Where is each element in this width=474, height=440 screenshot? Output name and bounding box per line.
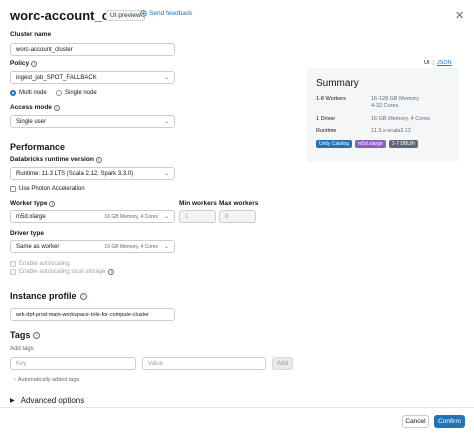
close-icon[interactable]: ✕ [455,9,464,22]
auto-tags-toggle[interactable]: › Automatically added tags [14,377,79,383]
json-view-tab[interactable]: JSON [437,60,452,66]
worker-type-meta: 16 GB Memory, 4 Cores [104,213,158,220]
info-icon: i [31,60,38,67]
footer-divider [0,407,474,408]
summary-runtime-key: Runtime [316,128,337,134]
view-toggle: UI | JSON [424,60,452,66]
summary-title: Summary [316,78,359,89]
chevron-down-icon: ⌄ [163,119,169,125]
min-workers-label: Min workers [179,200,217,207]
info-icon: i [33,331,41,339]
unity-catalog-tag: Unity Catalog [316,140,353,148]
info-icon: i [49,200,56,207]
cluster-name-label: Cluster name [10,31,52,38]
max-workers-label: Max workers [219,200,259,207]
info-icon: i [108,269,115,275]
policy-label: Policy i [10,60,38,67]
chevron-down-icon: ⌄ [163,244,169,250]
instance-type-tag: m5d.xlarge [355,140,386,148]
checkbox-icon [10,186,16,192]
summary-tags: Unity Catalog m5d.xlarge 1-7 DBU/h [316,140,419,148]
summary-workers-cores: 4-32 Cores [371,103,399,109]
max-workers-input[interactable]: 8 [219,210,256,223]
add-tag-button[interactable]: Add [272,357,293,370]
photon-checkbox[interactable]: Use Photon Acceleration [10,186,85,192]
chevron-down-icon: ⌄ [163,214,169,220]
single-node-radio[interactable]: Single node [56,90,97,96]
add-tags-label: Add tags [10,346,34,352]
checkbox-icon [10,269,16,275]
driver-type-label: Driver type [10,230,44,237]
worker-type-label: Worker type i [10,200,56,207]
chevron-down-icon: ⌄ [163,75,169,81]
summary-workers-memory: 16-128 GB Memory [371,96,419,102]
send-feedback-link[interactable]: Send feedback [140,10,192,17]
info-icon: i [53,104,60,111]
summary-driver-value: 16 GB Memory, 4 Cores [371,116,430,122]
radio-icon [56,90,62,96]
ui-preview-badge: UI preview [106,10,145,21]
summary-runtime-value: 11.3.x-scala2.12 [371,128,411,134]
performance-heading: Performance [10,142,66,152]
feedback-icon [140,10,147,17]
autoscaling-checkbox[interactable]: Enable autoscaling [10,261,70,267]
instance-profile-heading: Instance profile i [10,291,87,301]
caret-right-icon: ▶ [10,398,15,404]
tags-heading: Tags i [10,330,41,340]
summary-driver-key: 1 Driver [316,116,336,122]
policy-select[interactable]: ingest_job_SPOT_FALLBACK ⌄ [10,71,175,84]
cancel-button[interactable]: Cancel [402,415,429,428]
view-separator: | [432,60,434,66]
instance-profile-input[interactable]: wrk-dpf-prod-main-workspace-role-for-com… [10,308,175,321]
multi-node-radio[interactable]: Multi node [10,90,47,96]
info-icon: i [79,292,87,300]
summary-workers-key: 1-8 Workers [316,96,346,102]
access-mode-select[interactable]: Single user ⌄ [10,115,175,128]
driver-type-select[interactable]: Same as worker 16 GB Memory, 4 Cores ⌄ [10,240,175,253]
driver-type-meta: 16 GB Memory, 4 Cores [104,243,158,250]
send-feedback-label: Send feedback [149,10,193,17]
chevron-down-icon: ⌄ [163,171,169,177]
checkbox-icon [10,261,16,267]
min-workers-input[interactable]: 1 [179,210,216,223]
advanced-options-toggle[interactable]: ▶ Advanced options [10,396,84,405]
runtime-select[interactable]: Runtime: 11.3 LTS (Scala 2.12, Spark 3.3… [10,167,175,180]
worker-type-select[interactable]: m5d.xlarge 16 GB Memory, 4 Cores ⌄ [10,210,175,223]
cluster-name-input[interactable]: worc-account_cluster [10,43,175,56]
access-mode-label: Access mode i [10,104,60,111]
radio-selected-icon [10,90,16,96]
ui-view-tab[interactable]: UI [424,60,430,66]
tag-key-input[interactable]: Key [10,357,136,370]
tag-value-input[interactable]: Value [142,357,266,370]
summary-panel: Summary 1-8 Workers 16-128 GB Memory 4-3… [306,68,459,162]
confirm-button[interactable]: Confirm [434,415,465,428]
chevron-right-icon: › [14,377,16,383]
runtime-label: Databricks runtime version i [10,156,102,163]
autoscaling-storage-checkbox[interactable]: Enable autoscaling local storage i [10,269,115,275]
info-icon: i [95,156,102,163]
dbu-tag: 1-7 DBU/h [388,140,419,148]
